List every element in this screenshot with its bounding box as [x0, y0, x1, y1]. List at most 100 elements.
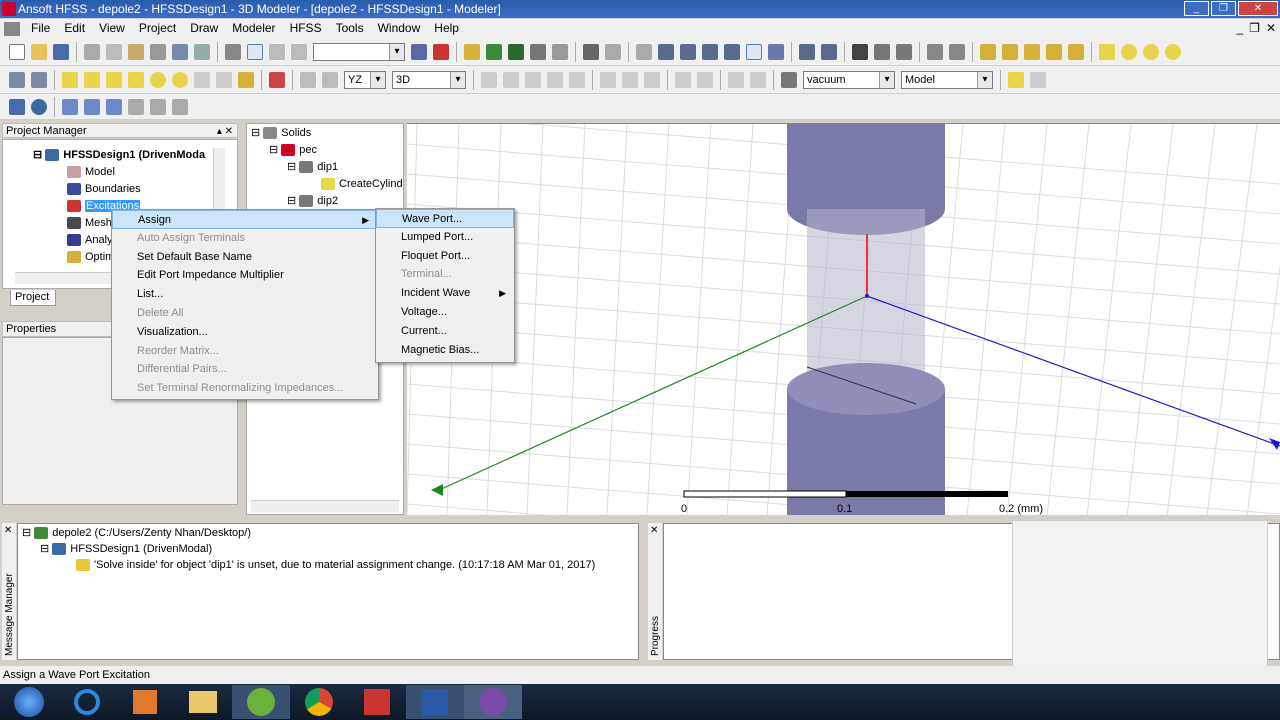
model-tree-hscrollbar[interactable]	[251, 500, 399, 512]
taskbar-app[interactable]	[232, 685, 290, 719]
pin-icon[interactable]: ▴ ✕	[217, 124, 233, 139]
cone-icon[interactable]	[128, 71, 144, 88]
taskbar-hfss[interactable]	[464, 685, 522, 719]
fit-icon[interactable]	[768, 43, 784, 60]
zoom-out-icon[interactable]	[821, 43, 837, 60]
selection-combo[interactable]	[313, 42, 405, 61]
record-icon[interactable]	[433, 43, 449, 60]
rotate-object-icon[interactable]	[622, 71, 638, 88]
doc-minimize-button[interactable]: _	[1236, 21, 1243, 35]
fields-icon[interactable]	[530, 43, 546, 60]
region-icon[interactable]	[269, 71, 285, 88]
move-up-icon[interactable]	[269, 43, 285, 60]
options-icon[interactable]	[552, 43, 568, 60]
sub-incident-wave[interactable]: Incident Wave ▶	[376, 284, 514, 303]
sphere-icon[interactable]	[150, 71, 166, 88]
relative-cs-icon[interactable]	[1030, 71, 1046, 88]
doc-restore-button[interactable]: ❐	[1249, 21, 1260, 35]
rectangle-icon[interactable]	[1099, 43, 1115, 60]
hide-icon[interactable]	[874, 43, 890, 60]
cover-icon[interactable]	[750, 71, 766, 88]
taskbar-ie[interactable]	[58, 685, 116, 719]
sub-current[interactable]: Current...	[376, 322, 514, 341]
arc-icon[interactable]	[1024, 43, 1040, 60]
document-icon[interactable]	[4, 21, 20, 36]
taskbar-network[interactable]	[348, 685, 406, 719]
zoom-icon[interactable]	[724, 43, 740, 60]
split-icon[interactable]	[547, 71, 563, 88]
tree-create-cylinder[interactable]: CreateCylind	[321, 176, 403, 193]
mirror-icon[interactable]	[644, 71, 660, 88]
redo-icon[interactable]	[194, 43, 210, 60]
select-mode-icon[interactable]	[247, 43, 263, 60]
zoom-area-icon[interactable]	[746, 43, 762, 60]
menu-view[interactable]: View	[92, 19, 132, 38]
tree-pec[interactable]: ⊟ pec	[269, 142, 317, 159]
show-icon[interactable]	[896, 43, 912, 60]
spin-icon[interactable]	[702, 43, 718, 60]
sub-wave-port[interactable]: Wave Port...	[376, 209, 514, 228]
tree-analysis[interactable]: Analy	[67, 232, 113, 249]
ctx-list[interactable]: List...	[112, 285, 378, 304]
grid-icon[interactable]	[411, 43, 427, 60]
sub-voltage[interactable]: Voltage...	[376, 303, 514, 322]
analysis-setup-icon[interactable]	[128, 98, 144, 115]
results-icon[interactable]	[508, 43, 524, 60]
cut-icon[interactable]	[84, 43, 100, 60]
msg-warning[interactable]: 'Solve inside' for object 'dip1' is unse…	[76, 557, 595, 574]
move-down-icon[interactable]	[291, 43, 307, 60]
intersect-icon[interactable]	[525, 71, 541, 88]
save-icon[interactable]	[53, 43, 69, 60]
plane-combo[interactable]: YZ	[344, 70, 386, 89]
menu-modeler[interactable]: Modeler	[225, 19, 282, 38]
tree-boundaries[interactable]: Boundaries	[67, 181, 141, 198]
zoom-in-icon[interactable]	[799, 43, 815, 60]
ellipse-icon[interactable]	[1143, 43, 1159, 60]
validate-icon[interactable]	[464, 43, 480, 60]
maximize-button[interactable]: ❐	[1211, 1, 1236, 16]
tab-project[interactable]: Project	[10, 290, 56, 306]
message-close-icon[interactable]: ✕	[4, 525, 12, 536]
orbit-icon[interactable]	[680, 43, 696, 60]
sub-lumped-port[interactable]: Lumped Port...	[376, 228, 514, 247]
hfss-design-icon[interactable]	[9, 98, 25, 115]
sub-floquet-port[interactable]: Floquet Port...	[376, 247, 514, 266]
mesh-op-icon[interactable]	[106, 98, 122, 115]
undo-icon[interactable]	[172, 43, 188, 60]
open-icon[interactable]	[31, 43, 47, 60]
ctx-edit-port-impedance-multiplier[interactable]: Edit Port Impedance Multiplier	[112, 266, 378, 285]
tree-solids[interactable]: ⊟ Solids	[251, 125, 311, 142]
tree-mesh[interactable]: Mesh	[67, 215, 112, 232]
analyze-icon[interactable]	[486, 43, 502, 60]
modeler-viewport[interactable]: 0 0.1 0.2 (mm)	[407, 123, 1280, 515]
coordinate-system-icon[interactable]	[1008, 71, 1024, 88]
taskbar-word[interactable]	[406, 685, 464, 719]
line-icon[interactable]	[980, 43, 996, 60]
ctx-visualization[interactable]: Visualization...	[112, 323, 378, 342]
ctx-assign[interactable]: Assign ▶	[112, 210, 378, 229]
optimetrics-icon[interactable]	[150, 98, 166, 115]
menu-project[interactable]: Project	[132, 19, 183, 38]
arc2-icon[interactable]	[1046, 43, 1062, 60]
excitation-icon[interactable]	[84, 98, 100, 115]
sweep-icon[interactable]	[728, 71, 744, 88]
menu-file[interactable]: File	[24, 19, 57, 38]
helix-icon[interactable]	[194, 71, 210, 88]
delete-icon[interactable]	[150, 43, 166, 60]
material-combo[interactable]: vacuum	[803, 70, 895, 89]
rotate-icon[interactable]	[658, 43, 674, 60]
tree-optimetrics[interactable]: Optim	[67, 249, 114, 266]
torus-icon[interactable]	[172, 71, 188, 88]
spiral-icon[interactable]	[216, 71, 232, 88]
view-combo[interactable]: 3D	[392, 70, 466, 89]
new-icon[interactable]	[9, 43, 25, 60]
cylinder-icon[interactable]	[84, 71, 100, 88]
regular-polygon-icon[interactable]	[1165, 43, 1181, 60]
move-icon[interactable]	[600, 71, 616, 88]
material-icon[interactable]	[781, 71, 797, 88]
model-combo[interactable]: Model	[901, 70, 993, 89]
view-icon[interactable]	[852, 43, 868, 60]
pan-icon[interactable]	[636, 43, 652, 60]
results-report-icon[interactable]	[172, 98, 188, 115]
box-icon[interactable]	[62, 71, 78, 88]
